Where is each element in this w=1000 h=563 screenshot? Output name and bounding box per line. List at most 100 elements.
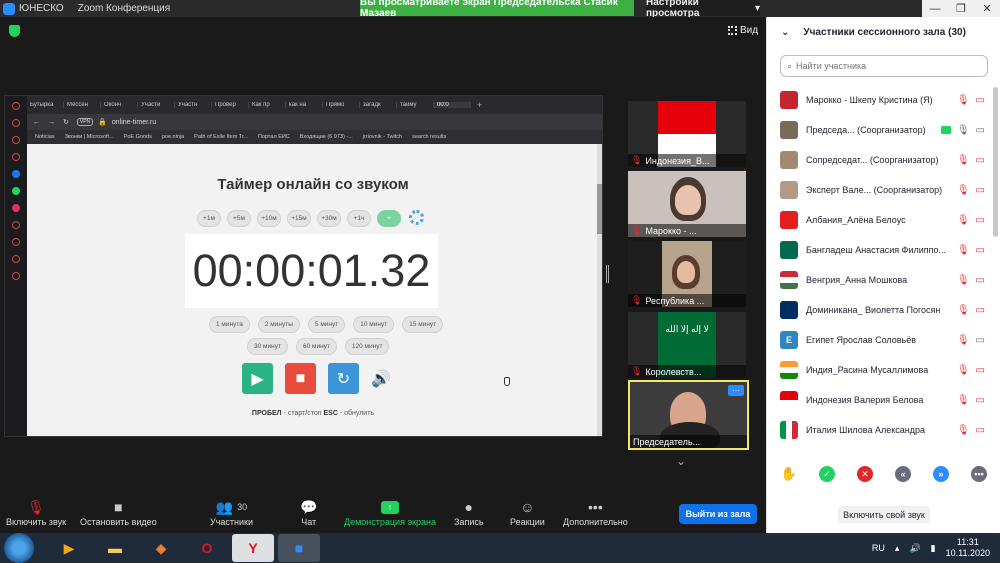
- browser-tabstrip: Бутырка Мессен Оконч Участи Участн Прове…: [27, 96, 602, 114]
- avatar: [780, 181, 798, 199]
- flag-avatar: [780, 271, 798, 289]
- video-tile[interactable]: 🎙 Индонезия_В...: [628, 101, 746, 167]
- camera-icon: ▭: [975, 334, 985, 346]
- bookmark: Noticias: [35, 134, 55, 140]
- more-reactions-icon[interactable]: •••: [971, 466, 987, 482]
- app-name: ЮНЕСКО: [19, 3, 64, 14]
- more-button[interactable]: ••• Дополнительно: [563, 497, 628, 527]
- camera-off-icon: ▭: [975, 424, 985, 436]
- video-tile[interactable]: 🎙 Марокко - ...: [628, 171, 746, 237]
- participants-button[interactable]: 👥 30 Участники: [210, 497, 253, 528]
- participant-row[interactable]: Индонезия Валерия Белова 🎙 ▭: [767, 385, 993, 415]
- language-indicator[interactable]: RU: [872, 543, 885, 553]
- share-screen-button[interactable]: ↑ Демонстрация экрана: [344, 497, 436, 527]
- collapse-chevron-icon[interactable]: ⌄: [781, 27, 789, 38]
- browser-tab: Участн: [175, 102, 212, 108]
- tile-name: Индонезия_В...: [645, 155, 710, 166]
- flag-avatar: [780, 361, 798, 379]
- close-window-button[interactable]: ✕: [974, 0, 1000, 17]
- participant-row[interactable]: Венгрия_Анна Мошкова 🎙 ▭: [767, 265, 993, 295]
- leave-room-button[interactable]: Выйти из зала: [679, 504, 757, 524]
- video-tile[interactable]: لا إله إلا الله 🎙 Королевств...: [628, 312, 746, 378]
- preset-button: 5 минут: [307, 316, 346, 333]
- participant-row[interactable]: Бангладеш Анастасия Филиппо... 🎙 ▭: [767, 235, 993, 265]
- raise-hand-icon[interactable]: ✋: [781, 466, 797, 482]
- preset-button: 10 минут: [353, 316, 395, 333]
- reset-icon: ↻: [328, 363, 359, 394]
- tile-name: Республика ...: [645, 295, 705, 306]
- participant-row[interactable]: E Египет Ярослав Соловьёв 🎙 ▭: [767, 325, 993, 355]
- unmute-button[interactable]: 🎙 Включить звук: [6, 497, 66, 528]
- tile-more-button[interactable]: ···: [728, 385, 744, 396]
- view-settings-button[interactable]: Настройки просмотра ▾: [646, 0, 760, 19]
- chevron-down-icon[interactable]: ⌄: [676, 454, 686, 468]
- messenger-icon: [12, 170, 20, 178]
- preset-button: 2 минуты: [257, 316, 300, 333]
- record-icon: ●: [464, 499, 473, 515]
- avatar: [780, 151, 798, 169]
- mic-muted-icon: 🎙: [956, 304, 970, 316]
- participants-icon: 👥: [215, 498, 234, 515]
- participant-row[interactable]: Индия_Расина Мусаллимова 🎙 ▭: [767, 355, 993, 385]
- participant-row[interactable]: Председа... (Соорганизатор) 🎙 ▭: [767, 115, 993, 145]
- participant-face: [675, 185, 701, 215]
- participant-list: Марокко - Шкепу Кристина (Я) 🎙 ▭ Председа…: [767, 85, 993, 445]
- unmute-my-audio-button[interactable]: Включить свой звук: [838, 506, 930, 523]
- panel-scrollbar[interactable]: [993, 87, 998, 237]
- go-slower-icon[interactable]: «: [895, 466, 911, 482]
- initial-avatar: E: [780, 331, 798, 349]
- yes-check-icon[interactable]: ✓: [819, 466, 835, 482]
- media-player-icon[interactable]: ▶: [48, 534, 90, 562]
- view-button[interactable]: Вид: [728, 25, 758, 36]
- network-icon[interactable]: ▮: [931, 543, 936, 554]
- yandex-browser-icon[interactable]: Y: [232, 534, 274, 562]
- record-button[interactable]: ● Запись: [454, 497, 484, 527]
- reactions-button[interactable]: ☺ Реакции: [510, 497, 545, 527]
- go-faster-icon[interactable]: »: [933, 466, 949, 482]
- windows-start-icon[interactable]: [4, 533, 34, 563]
- participant-search[interactable]: ⌕: [780, 55, 988, 77]
- bookmark: Звонки | Microsoft...: [64, 134, 114, 140]
- add-15m-button: +15м: [287, 210, 311, 227]
- browser-tab: тайму: [397, 102, 434, 108]
- sidebar-app-icon: [12, 153, 20, 161]
- participant-row[interactable]: Эксперт Вале... (Соорганизатор) 🎙 ▭: [767, 175, 993, 205]
- opera-icon[interactable]: O: [186, 534, 228, 562]
- search-icon: ⌕: [787, 60, 793, 71]
- app-icon[interactable]: ◆: [140, 534, 182, 562]
- more-icon: •••: [588, 499, 603, 515]
- participant-row[interactable]: Албания_Алёна Белоус 🎙 ▭: [767, 205, 993, 235]
- gear-icon: [409, 210, 424, 225]
- tray-up-arrow-icon[interactable]: ▴: [895, 543, 900, 554]
- mic-muted-icon: 🎙: [956, 154, 970, 166]
- no-x-icon[interactable]: ✕: [857, 466, 873, 482]
- view-label: Вид: [740, 25, 759, 36]
- folder-icon[interactable]: ▬: [94, 534, 136, 562]
- whatsapp-icon: [12, 187, 20, 195]
- zoom-icon[interactable]: ■: [278, 534, 320, 562]
- participant-row[interactable]: Италия Шилова Александра 🎙 ▭: [767, 415, 993, 445]
- flag-avatar: [780, 91, 798, 109]
- add-5m-button: +5м: [227, 210, 251, 227]
- add-1m-button: +1м: [197, 210, 221, 227]
- maximize-button[interactable]: ❐: [948, 0, 974, 17]
- sidebar-app-icon: [12, 136, 20, 144]
- video-tile[interactable]: 🎙 Республика ...: [628, 241, 746, 307]
- stop-video-button[interactable]: ■ Остановить видео: [80, 497, 157, 527]
- video-tile-active-speaker[interactable]: ··· Председатель...: [628, 380, 749, 450]
- security-shield-icon[interactable]: [9, 25, 20, 37]
- volume-icon[interactable]: 🔊: [909, 543, 920, 554]
- participant-row[interactable]: Марокко - Шкепу Кристина (Я) 🎙 ▭: [767, 85, 993, 115]
- browser-tab: Участи: [138, 102, 175, 108]
- chat-button[interactable]: 💬 Чат: [300, 497, 317, 528]
- add-30m-button: +30м: [317, 210, 341, 227]
- search-input[interactable]: [796, 61, 967, 71]
- stop-icon: ■: [285, 363, 316, 394]
- clock[interactable]: 11:31 10.11.2020: [946, 537, 990, 559]
- minimize-button[interactable]: —: [922, 0, 948, 17]
- preset-button: 1 минута: [209, 316, 250, 333]
- splitter-handle[interactable]: [606, 265, 609, 283]
- camera-off-icon: ▭: [975, 364, 985, 376]
- participant-row[interactable]: Доминикана_ Виолетта Погосян 🎙 ▭: [767, 295, 993, 325]
- participant-row[interactable]: Сопредседат... (Соорганизатор) 🎙 ▭: [767, 145, 993, 175]
